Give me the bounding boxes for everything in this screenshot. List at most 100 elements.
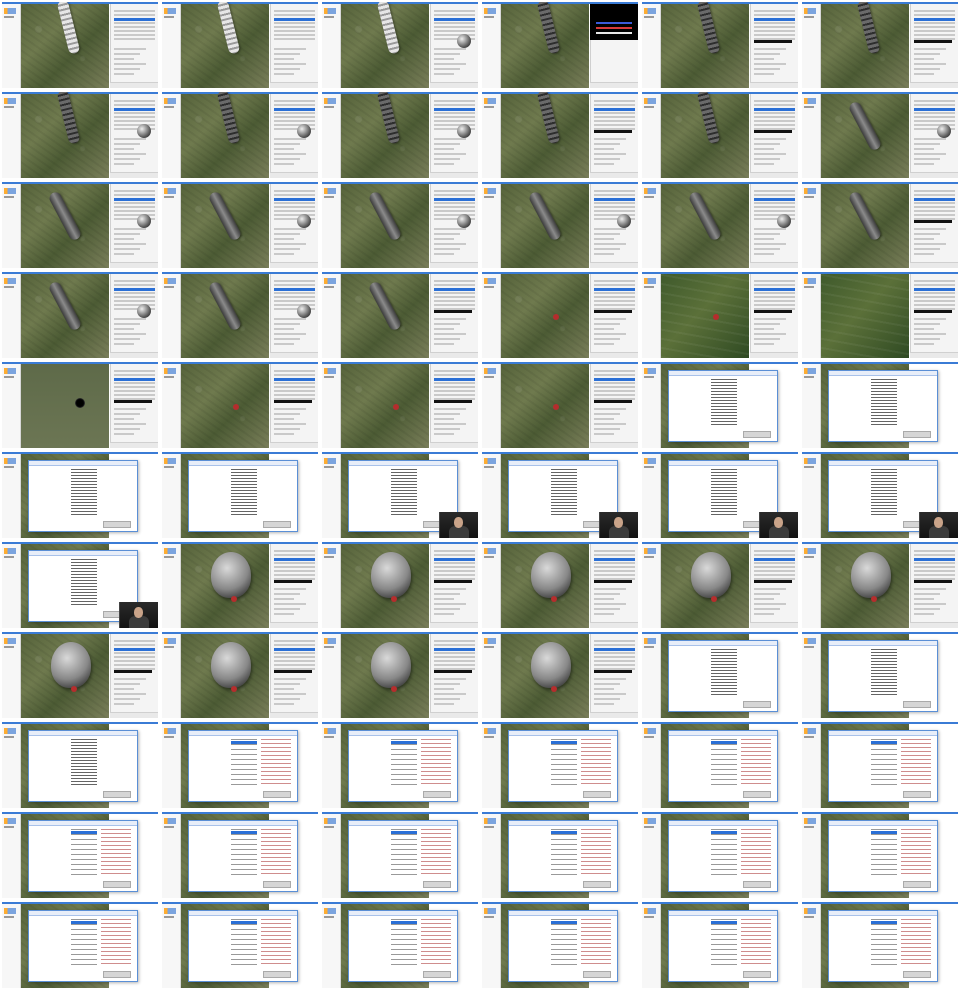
properties-panel[interactable] (430, 184, 478, 268)
list-item[interactable] (434, 22, 475, 24)
thumbnail-frame[interactable] (322, 92, 478, 178)
thumbnail-frame[interactable] (322, 542, 478, 628)
form-field[interactable] (914, 143, 940, 145)
list-item[interactable] (594, 566, 635, 568)
thumbnail-frame[interactable] (642, 542, 798, 628)
list-item[interactable] (754, 566, 795, 568)
form-field[interactable] (594, 408, 626, 410)
list-item[interactable] (274, 664, 315, 666)
list-item[interactable] (114, 390, 155, 392)
list-item[interactable] (914, 30, 955, 32)
selected-list-item[interactable] (274, 378, 315, 381)
list-item[interactable] (914, 280, 955, 282)
list-item[interactable] (274, 116, 315, 118)
satellite-map-view[interactable] (341, 364, 429, 448)
list-item[interactable] (754, 284, 795, 286)
form-field[interactable] (274, 248, 300, 250)
properties-panel[interactable] (110, 4, 158, 88)
form-field[interactable] (594, 143, 620, 145)
list-item[interactable] (434, 656, 475, 658)
list-item[interactable] (594, 554, 635, 556)
list-item[interactable] (274, 202, 315, 204)
thumbnail-frame[interactable] (162, 272, 318, 358)
list-item[interactable] (274, 554, 315, 556)
option-list[interactable] (711, 649, 737, 697)
thumbnail-frame[interactable] (322, 902, 478, 988)
list-item[interactable] (274, 660, 315, 662)
form-field[interactable] (754, 48, 786, 50)
list-item[interactable] (594, 304, 635, 306)
form-field[interactable] (754, 148, 774, 150)
list-item[interactable] (594, 550, 635, 552)
settings-dialog[interactable] (668, 370, 778, 442)
list-item[interactable] (914, 284, 955, 286)
thumbnail-frame[interactable] (2, 452, 158, 538)
form-field[interactable] (274, 433, 294, 435)
form-field[interactable] (434, 688, 454, 690)
properties-panel[interactable] (750, 544, 798, 628)
properties-panel[interactable] (750, 4, 798, 88)
selected-tree-item[interactable] (711, 741, 737, 744)
list-item[interactable] (434, 14, 475, 16)
form-field[interactable] (754, 63, 786, 65)
list-item[interactable] (754, 104, 795, 106)
list-item[interactable] (594, 562, 635, 564)
list-item[interactable] (914, 194, 955, 196)
satellite-map-view[interactable] (661, 2, 749, 88)
form-field[interactable] (274, 63, 306, 65)
form-field[interactable] (274, 138, 306, 140)
form-field[interactable] (754, 318, 786, 320)
list-item[interactable] (274, 562, 315, 564)
properties-panel[interactable] (110, 364, 158, 448)
settings-dialog[interactable] (508, 910, 618, 982)
form-field[interactable] (594, 238, 614, 240)
form-field[interactable] (754, 613, 774, 615)
form-field[interactable] (434, 333, 466, 335)
form-field[interactable] (434, 153, 466, 155)
selected-list-item[interactable] (914, 108, 955, 111)
form-field[interactable] (114, 323, 140, 325)
dialog-buttons[interactable] (103, 971, 131, 978)
form-field[interactable] (594, 323, 620, 325)
list-item[interactable] (594, 394, 635, 396)
form-field[interactable] (114, 163, 134, 165)
list-item[interactable] (434, 100, 475, 102)
tree-view[interactable] (391, 829, 417, 877)
form-field[interactable] (594, 153, 626, 155)
form-field[interactable] (114, 678, 146, 680)
selected-list-item[interactable] (754, 288, 795, 291)
list-item[interactable] (114, 210, 155, 212)
form-field[interactable] (114, 688, 134, 690)
satellite-map-view[interactable] (341, 544, 429, 628)
selected-list-item[interactable] (114, 18, 155, 21)
list-item[interactable] (434, 284, 475, 286)
form-field[interactable] (274, 608, 300, 610)
form-field[interactable] (754, 153, 786, 155)
list-item[interactable] (274, 656, 315, 658)
dialog-buttons[interactable] (903, 791, 931, 798)
form-field[interactable] (274, 423, 306, 425)
list-item[interactable] (274, 550, 315, 552)
form-field[interactable] (594, 418, 614, 420)
form-field[interactable] (114, 53, 140, 55)
selected-tree-item[interactable] (231, 831, 257, 834)
form-field[interactable] (434, 138, 466, 140)
form-field[interactable] (114, 318, 146, 320)
settings-dialog[interactable] (188, 910, 298, 982)
selected-tree-item[interactable] (391, 921, 417, 924)
satellite-map-view[interactable] (341, 2, 429, 88)
list-item[interactable] (434, 304, 475, 306)
list-item[interactable] (754, 570, 795, 572)
satellite-map-view[interactable] (501, 634, 589, 718)
list-item[interactable] (914, 120, 955, 122)
form-field[interactable] (274, 703, 294, 705)
list-item[interactable] (274, 652, 315, 654)
form-field[interactable] (914, 48, 946, 50)
list-item[interactable] (594, 370, 635, 372)
settings-dialog[interactable] (828, 640, 938, 712)
form-field[interactable] (274, 593, 300, 595)
option-list[interactable] (391, 469, 417, 517)
properties-panel[interactable] (430, 634, 478, 718)
settings-dialog[interactable] (828, 820, 938, 892)
tree-view[interactable] (711, 829, 737, 877)
